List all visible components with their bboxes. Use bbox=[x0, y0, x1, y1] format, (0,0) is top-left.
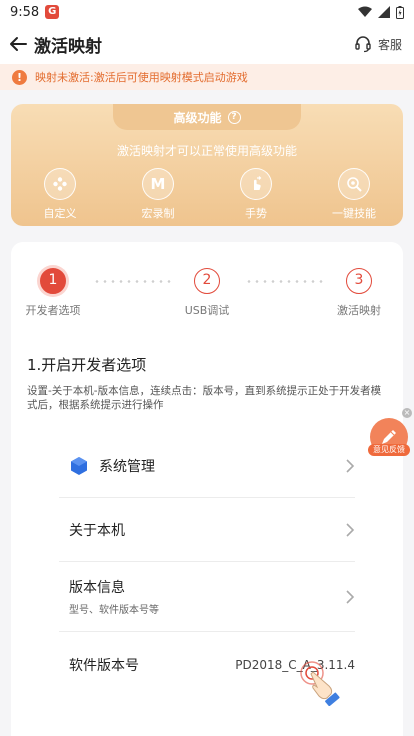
skill-icon bbox=[338, 168, 370, 200]
system-management-label: 系统管理 bbox=[99, 458, 155, 475]
step-1-label: 开发者选项 bbox=[25, 304, 81, 317]
feature-custom-label: 自定义 bbox=[43, 207, 77, 220]
section-title: 1.开启开发者选项 bbox=[27, 356, 147, 374]
signal-icon bbox=[378, 6, 390, 18]
step-2-label: USB调试 bbox=[184, 304, 230, 317]
advanced-features-description: 激活映射才可以正常使用高级功能 bbox=[116, 144, 297, 158]
section-description: 设置-关于本机-版本信息，连续点击：版本号，直到系统提示正处于开发者模式后，根据… bbox=[27, 385, 382, 411]
feature-skill-label: 一键技能 bbox=[332, 207, 376, 220]
warning-icon: ! bbox=[12, 69, 27, 85]
system-management-row[interactable]: 系统管理 bbox=[59, 434, 355, 498]
chevron-right-icon bbox=[346, 589, 355, 604]
gesture-hand-icon bbox=[240, 168, 272, 200]
advanced-features-title: 高级功能 bbox=[173, 110, 222, 125]
app-notification-icon: G bbox=[45, 5, 60, 19]
back-button[interactable] bbox=[4, 30, 32, 58]
feature-skill[interactable]: 一键技能 bbox=[305, 168, 403, 221]
step-1-number: 1 bbox=[40, 268, 66, 294]
back-arrow-icon bbox=[10, 37, 27, 51]
version-info-subtitle: 型号、软件版本号等 bbox=[69, 605, 159, 616]
step-3-number: 3 bbox=[346, 268, 372, 294]
customer-service-button[interactable]: 客服 bbox=[354, 35, 402, 53]
step-connector bbox=[245, 280, 327, 283]
chevron-right-icon bbox=[346, 522, 355, 537]
step-indicator: 1 开发者选项 2 USB调试 3 激活映射 bbox=[11, 268, 403, 328]
step-2[interactable]: 2 USB调试 bbox=[167, 268, 247, 318]
page-title: 激活映射 bbox=[34, 36, 102, 57]
status-time: 9:58 bbox=[10, 4, 40, 20]
about-phone-row[interactable]: 关于本机 bbox=[59, 498, 355, 562]
top-app-bar: 激活映射 客服 bbox=[0, 24, 414, 64]
step-3[interactable]: 3 激活映射 bbox=[319, 268, 399, 318]
gamepad-icon bbox=[44, 168, 76, 200]
step-2-number: 2 bbox=[194, 268, 220, 294]
wifi-icon bbox=[358, 6, 372, 17]
feedback-label: 意见反馈 bbox=[368, 444, 410, 456]
chevron-right-icon bbox=[346, 458, 355, 473]
step-1[interactable]: 1 开发者选项 bbox=[13, 268, 93, 318]
activation-notice: ! 映射未激活:激活后可使用映射模式启动游戏 bbox=[0, 64, 414, 90]
activation-steps-card: 1 开发者选项 2 USB调试 3 激活映射 1.开启开发者选项 设置-关于本机… bbox=[11, 242, 403, 736]
version-info-text: 版本信息 型号、软件版本号等 bbox=[69, 577, 159, 616]
software-version-label: 软件版本号 bbox=[69, 658, 139, 674]
feature-list: 自定义 M 宏录制 手势 一键技能 bbox=[11, 168, 403, 221]
step-3-label: 激活映射 bbox=[337, 304, 381, 317]
feature-gesture-label: 手势 bbox=[245, 207, 267, 220]
advanced-features-card: 高级功能 ? 激活映射才可以正常使用高级功能 自定义 M 宏录制 手势 一键技能 bbox=[11, 104, 403, 226]
version-info-row[interactable]: 版本信息 型号、软件版本号等 bbox=[59, 562, 355, 632]
battery-icon bbox=[396, 5, 404, 19]
status-icons bbox=[358, 5, 404, 19]
tap-hand-icon bbox=[300, 661, 340, 706]
about-phone-label: 关于本机 bbox=[69, 522, 125, 539]
customer-service-label: 客服 bbox=[377, 37, 402, 52]
advanced-features-header[interactable]: 高级功能 ? bbox=[113, 104, 301, 130]
status-bar: 9:58 G bbox=[0, 0, 414, 24]
notice-text: 映射未激活:激活后可使用映射模式启动游戏 bbox=[35, 71, 248, 84]
close-icon[interactable]: × bbox=[402, 408, 412, 418]
macro-m-icon: M bbox=[142, 168, 174, 200]
feature-macro[interactable]: M 宏录制 bbox=[109, 168, 207, 221]
version-info-label: 版本信息 bbox=[69, 580, 125, 596]
step-connector bbox=[93, 280, 175, 283]
feature-custom[interactable]: 自定义 bbox=[11, 168, 109, 221]
system-management-icon bbox=[71, 456, 87, 475]
feedback-button[interactable]: 意见反馈 × bbox=[368, 408, 412, 458]
feature-macro-label: 宏录制 bbox=[141, 207, 175, 220]
feature-gesture[interactable]: 手势 bbox=[207, 168, 305, 221]
help-icon[interactable]: ? bbox=[227, 110, 241, 124]
headset-icon bbox=[355, 36, 371, 53]
